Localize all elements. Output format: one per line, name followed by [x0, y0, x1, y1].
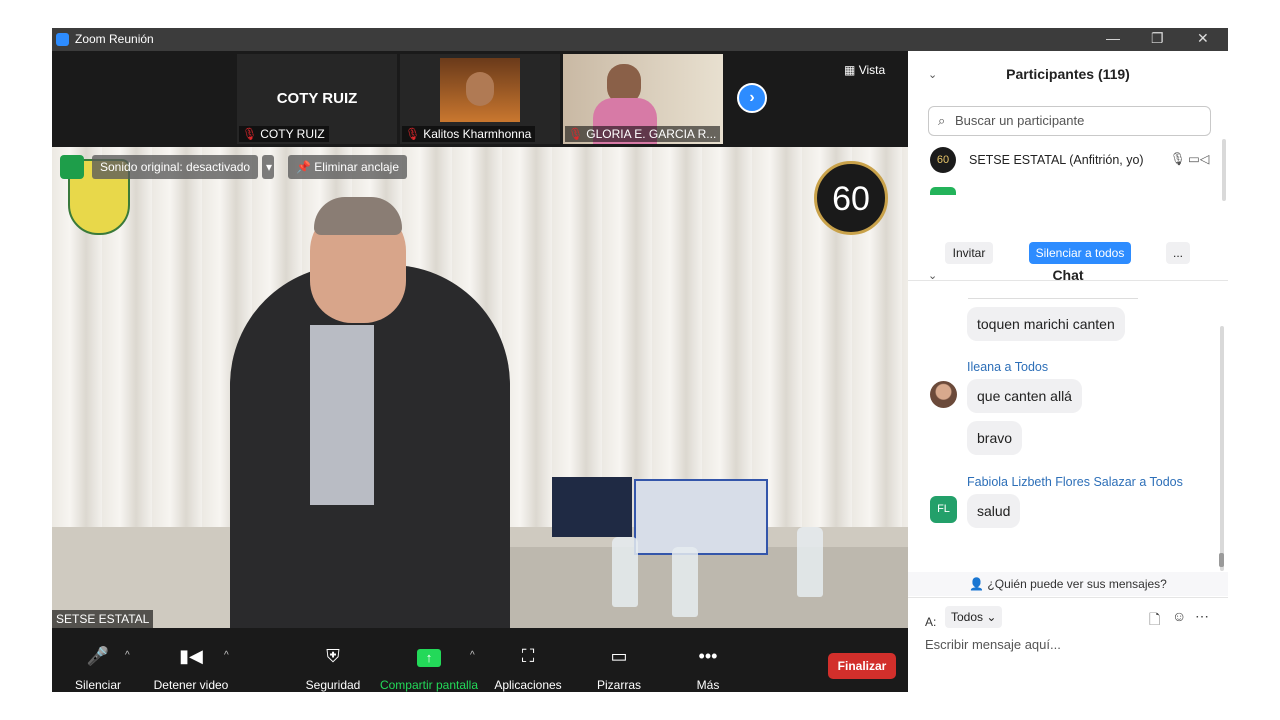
shield-icon: ⛨ — [326, 646, 340, 666]
search-icon: ⌕ — [938, 113, 946, 128]
participant-row[interactable] — [930, 185, 1210, 195]
user-eye-icon: 👤 — [969, 577, 985, 591]
whiteboard-icon: ▭ — [610, 646, 628, 666]
participants-header: Participantes (119) — [1006, 66, 1130, 82]
muted-mic-icon: 🎙 — [405, 127, 421, 141]
stop-video-button[interactable]: ▮◀ Detener video — [150, 628, 232, 692]
who-can-see-link[interactable]: 👤 ¿Quién puede ver sus mensajes? — [908, 572, 1228, 596]
share-screen-button[interactable]: ↑ Compartir pantalla — [378, 628, 480, 692]
sound-dropdown-chevron-icon[interactable]: ▾ — [262, 155, 274, 179]
title-bar: Zoom Reunión — ❐ ✕ — [52, 28, 1228, 51]
minimize-button[interactable]: — — [1106, 30, 1120, 46]
participant-thumb-name-large: COTY RUIZ — [276, 90, 358, 107]
more-dots-icon: ••• — [698, 646, 718, 666]
original-sound-button[interactable]: Sonido original: desactivado — [92, 155, 259, 179]
avatar: FL — [930, 496, 957, 523]
more-options-icon[interactable]: ⋯ — [1195, 608, 1209, 625]
to-label: A: — [925, 615, 937, 629]
invite-button[interactable]: Invitar — [945, 242, 993, 264]
muted-mic-icon: 🎙 — [242, 127, 258, 141]
security-button[interactable]: ⛨ Seguridad — [302, 628, 364, 692]
chat-message: bravo — [967, 421, 1023, 455]
participant-thumb-label: 🎙 COTY RUIZ — [239, 126, 329, 142]
end-meeting-button[interactable]: Finalizar — [828, 653, 896, 679]
window-title: Zoom Reunión — [75, 32, 154, 46]
emoji-icon[interactable]: ☺ — [1172, 608, 1186, 624]
microphone-icon: 🎤 — [86, 646, 110, 666]
thumbnail-strip: COTY RUIZ 🎙 COTY RUIZ 🎙 Kalitos Kharmhonna… — [52, 51, 908, 147]
participant-video — [440, 58, 520, 122]
active-speaker-video: Sonido original: desactivado ▾ 📌 Elimina… — [52, 147, 908, 628]
participant-thumb-label: 🎙 Kalitos Kharmhonna — [402, 126, 536, 142]
view-button[interactable]: ▦ Vista — [844, 63, 885, 77]
unpin-button[interactable]: 📌 Eliminar anclaje — [288, 155, 407, 179]
microphone-icon[interactable]: 🎙 — [1170, 152, 1186, 167]
maximize-button[interactable]: ❐ — [1151, 30, 1164, 47]
participant-thumb[interactable]: COTY RUIZ 🎙 COTY RUIZ — [237, 54, 397, 144]
audio-options-chevron-icon[interactable]: ^ — [125, 650, 130, 661]
participant-thumb[interactable]: 🎙 GLORIA E. GARCIA R... — [563, 54, 723, 144]
avatar — [930, 381, 957, 408]
share-screen-icon: ↑ — [378, 646, 480, 667]
muted-mic-icon: 🎙 — [568, 127, 584, 141]
apps-icon: ⛶ — [521, 646, 535, 666]
avatar: 60 — [930, 147, 956, 173]
meeting-stage: COTY RUIZ 🎙 COTY RUIZ 🎙 Kalitos Kharmhonna… — [52, 51, 908, 692]
apps-button[interactable]: ⛶ Aplicaciones — [492, 628, 564, 692]
close-button[interactable]: ✕ — [1197, 30, 1209, 47]
mute-all-button[interactable]: Silenciar a todos — [1029, 242, 1131, 264]
chat-message-input[interactable]: Escribir mensaje aquí... — [925, 637, 1215, 652]
whiteboards-button[interactable]: ▭ Pizarras — [588, 628, 650, 692]
participants-more-button[interactable]: ... — [1166, 242, 1190, 264]
grid-icon: ▦ — [844, 63, 856, 77]
chat-message: que canten allá — [967, 379, 1082, 413]
speaker-name-label: SETSE ESTATAL — [52, 610, 154, 628]
zoom-app-icon — [56, 33, 69, 46]
next-page-button[interactable]: › — [737, 83, 767, 113]
chevron-down-icon: ⌄ — [986, 610, 997, 624]
participant-thumb-label: 🎙 GLORIA E. GARCIA R... — [565, 126, 721, 142]
participant-row[interactable]: 60 SETSE ESTATAL (Anfitrión, yo) 🎙 ▭◁ — [930, 147, 1210, 175]
video-options-chevron-icon[interactable]: ^ — [224, 650, 229, 661]
video-camera-icon: ▮◀ — [179, 646, 203, 666]
chat-message: toquen marichi canten — [967, 307, 1125, 341]
shield-icon — [60, 155, 84, 179]
chat-sender: Fabiola Lizbeth Flores Salazar a Todos — [967, 475, 1183, 489]
more-button[interactable]: ••• Más — [682, 628, 734, 692]
chat-sender: Ileana a Todos — [967, 360, 1049, 374]
chat-scroll-thumb[interactable] — [1219, 553, 1224, 567]
chat-scrollbar[interactable] — [1220, 326, 1224, 571]
anniversary-60-logo: 60 — [814, 161, 888, 235]
participant-thumb[interactable]: 🎙 Kalitos Kharmhonna — [400, 54, 560, 144]
zoom-window: Zoom Reunión — ❐ ✕ COTY RUIZ 🎙 COTY RUIZ … — [52, 28, 1228, 692]
meeting-toolbar: 🎤 Silenciar ^ ▮◀ Detener video ^ ⛨ Segur… — [52, 628, 908, 692]
chat-message: salud — [967, 494, 1021, 528]
recipient-select[interactable]: Todos ⌄ — [945, 606, 1003, 628]
pin-icon: 📌 — [296, 160, 311, 174]
chevron-right-icon: › — [749, 89, 755, 106]
video-camera-icon[interactable]: ▭◁ — [1188, 151, 1209, 166]
share-options-chevron-icon[interactable]: ^ — [470, 650, 475, 661]
participant-search-input[interactable]: ⌕ Buscar un participante — [928, 106, 1211, 136]
mute-button[interactable]: 🎤 Silenciar — [68, 628, 128, 692]
participants-scrollbar[interactable] — [1222, 139, 1226, 201]
file-icon[interactable]: 🗋 — [1149, 609, 1160, 633]
side-panel: ⌄ Participantes (119) ⌕ Buscar un partic… — [908, 51, 1228, 692]
chat-header: Chat — [1052, 267, 1084, 283]
